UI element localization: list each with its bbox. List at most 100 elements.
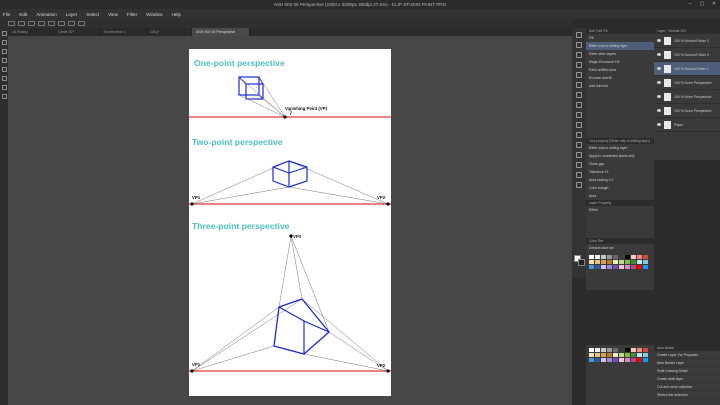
color-swatch[interactable] (613, 353, 618, 357)
color-swatch[interactable] (619, 265, 624, 269)
color-swatch[interactable] (589, 358, 594, 362)
color-swatch[interactable] (619, 358, 624, 362)
sub-tool-item[interactable]: Refer other layers (586, 50, 654, 58)
menu-select[interactable]: Select (86, 12, 99, 17)
layer-item[interactable]: Paper (654, 118, 720, 132)
eyedropper-icon[interactable] (576, 72, 582, 78)
visibility-icon[interactable] (657, 81, 661, 84)
area-scaling-value[interactable]: 2.0 (609, 178, 614, 182)
menu-window[interactable]: Window (146, 12, 162, 17)
menu-help[interactable]: Help (171, 12, 180, 17)
color-swatch[interactable] (595, 353, 600, 357)
color-swatch[interactable] (601, 348, 606, 352)
tab-cards[interactable]: Cards 02* (54, 28, 100, 36)
color-swatch[interactable] (607, 348, 612, 352)
color-swatch[interactable] (631, 348, 636, 352)
layer-item[interactable]: 100 % Normal Folder 2 (654, 34, 720, 48)
color-swatch[interactable] (625, 353, 630, 357)
color-swatch[interactable] (643, 260, 648, 264)
color-swatch[interactable] (643, 255, 648, 259)
folder-icon[interactable] (1, 67, 7, 72)
fill-icon[interactable] (576, 132, 582, 138)
pen-icon[interactable] (576, 82, 582, 88)
color-swatch[interactable] (601, 358, 606, 362)
color-swatch[interactable] (637, 265, 642, 269)
color-swatch[interactable] (637, 358, 642, 362)
menu-edit[interactable]: Edit (19, 12, 27, 17)
sub-tool-item-selected[interactable]: Refer only to editing layer (586, 42, 654, 50)
maximize-button[interactable]: ▢ (696, 0, 708, 9)
folder-icon[interactable] (1, 40, 7, 45)
color-swatch[interactable] (631, 358, 636, 362)
close-button[interactable]: ✕ (708, 0, 720, 9)
color-swatch[interactable] (601, 265, 606, 269)
option-area[interactable]: Area (586, 192, 654, 200)
color-swatch[interactable] (625, 265, 630, 269)
color-swatch[interactable] (625, 260, 630, 264)
deselect-icon[interactable] (78, 21, 85, 26)
folder-icon[interactable] (1, 94, 7, 99)
auto-action-item[interactable]: Create draft layer (654, 375, 720, 383)
auto-action-item[interactable]: Cut and move selection (654, 383, 720, 391)
gradient-icon[interactable] (576, 142, 582, 148)
color-swatch[interactable] (643, 348, 648, 352)
sub-tool-item[interactable]: Fill (586, 34, 654, 42)
zoom-icon[interactable] (576, 32, 582, 38)
option-tolerance[interactable]: Tolerance 12 (586, 168, 654, 176)
visibility-icon[interactable] (657, 95, 661, 98)
brush-icon[interactable] (576, 102, 582, 108)
color-swatch[interactable] (589, 255, 594, 259)
color-swatch[interactable] (595, 260, 600, 264)
sub-tool-item[interactable]: Magic Enclosure Fill (586, 58, 654, 66)
tab-cel[interactable]: CEL(* (146, 28, 192, 36)
color-swatch[interactable] (607, 260, 612, 264)
menu-filter[interactable]: Filter (127, 12, 137, 17)
layer-item[interactable]: 100 % Norm Perspective (654, 90, 720, 104)
color-swatch[interactable] (619, 353, 624, 357)
figure-icon[interactable] (576, 152, 582, 158)
color-swatch[interactable] (607, 255, 612, 259)
new-file-icon[interactable] (8, 21, 15, 26)
color-swatch[interactable] (643, 353, 648, 357)
color-swatch[interactable] (595, 358, 600, 362)
redo-icon[interactable] (48, 21, 55, 26)
color-swatch[interactable] (631, 255, 636, 259)
layer-item[interactable]: 100 % Normal Folder 3 (654, 48, 720, 62)
option-area-scaling[interactable]: Area scaling 2.0 (586, 176, 654, 184)
tab-16-rotary[interactable]: 16 Rotary (8, 28, 54, 36)
color-swatch[interactable] (637, 255, 642, 259)
color-swatch[interactable] (643, 358, 648, 362)
layer-item[interactable]: 100 % Norm Perspective (654, 104, 720, 118)
tolerance-value[interactable]: 12 (605, 170, 609, 174)
operation-icon[interactable] (576, 52, 582, 58)
color-swatch[interactable] (625, 348, 630, 352)
color-swatch[interactable] (589, 348, 594, 352)
color-swatch[interactable] (589, 265, 594, 269)
tab-screenshot[interactable]: Screenshot 1 (100, 28, 146, 36)
option-connected-pixels[interactable]: Apply to connected pixels only (586, 152, 654, 160)
minimize-button[interactable]: – (684, 0, 696, 9)
color-swatch[interactable] (619, 348, 624, 352)
color-swatch[interactable] (625, 358, 630, 362)
color-swatch[interactable] (613, 358, 618, 362)
menu-layer[interactable]: Layer (66, 12, 78, 17)
ruler-icon[interactable] (576, 182, 582, 188)
option-color-margin[interactable]: Color margin (586, 184, 654, 192)
layer-item[interactable]: 100 % Norm Perspective (654, 76, 720, 90)
sub-tool-item[interactable]: Enclose and fill (586, 74, 654, 82)
folder-icon[interactable] (1, 49, 7, 54)
auto-action-set[interactable]: Create Layer-For Proposes (654, 351, 720, 359)
folder-icon[interactable] (1, 85, 7, 90)
menu-file[interactable]: File (3, 12, 10, 17)
folder-icon[interactable] (1, 76, 7, 81)
color-swatch[interactable] (637, 348, 642, 352)
color-swatch[interactable] (601, 353, 606, 357)
auto-action-item[interactable]: New Border Layer (654, 359, 720, 367)
color-swatch[interactable] (607, 265, 612, 269)
open-file-icon[interactable] (18, 21, 25, 26)
layer-item-selected[interactable]: 100 % Normal Folder 1 (654, 62, 720, 76)
hand-icon[interactable] (1, 31, 7, 36)
visibility-icon[interactable] (657, 39, 661, 42)
color-swatch[interactable] (613, 260, 618, 264)
visibility-icon[interactable] (657, 53, 661, 56)
